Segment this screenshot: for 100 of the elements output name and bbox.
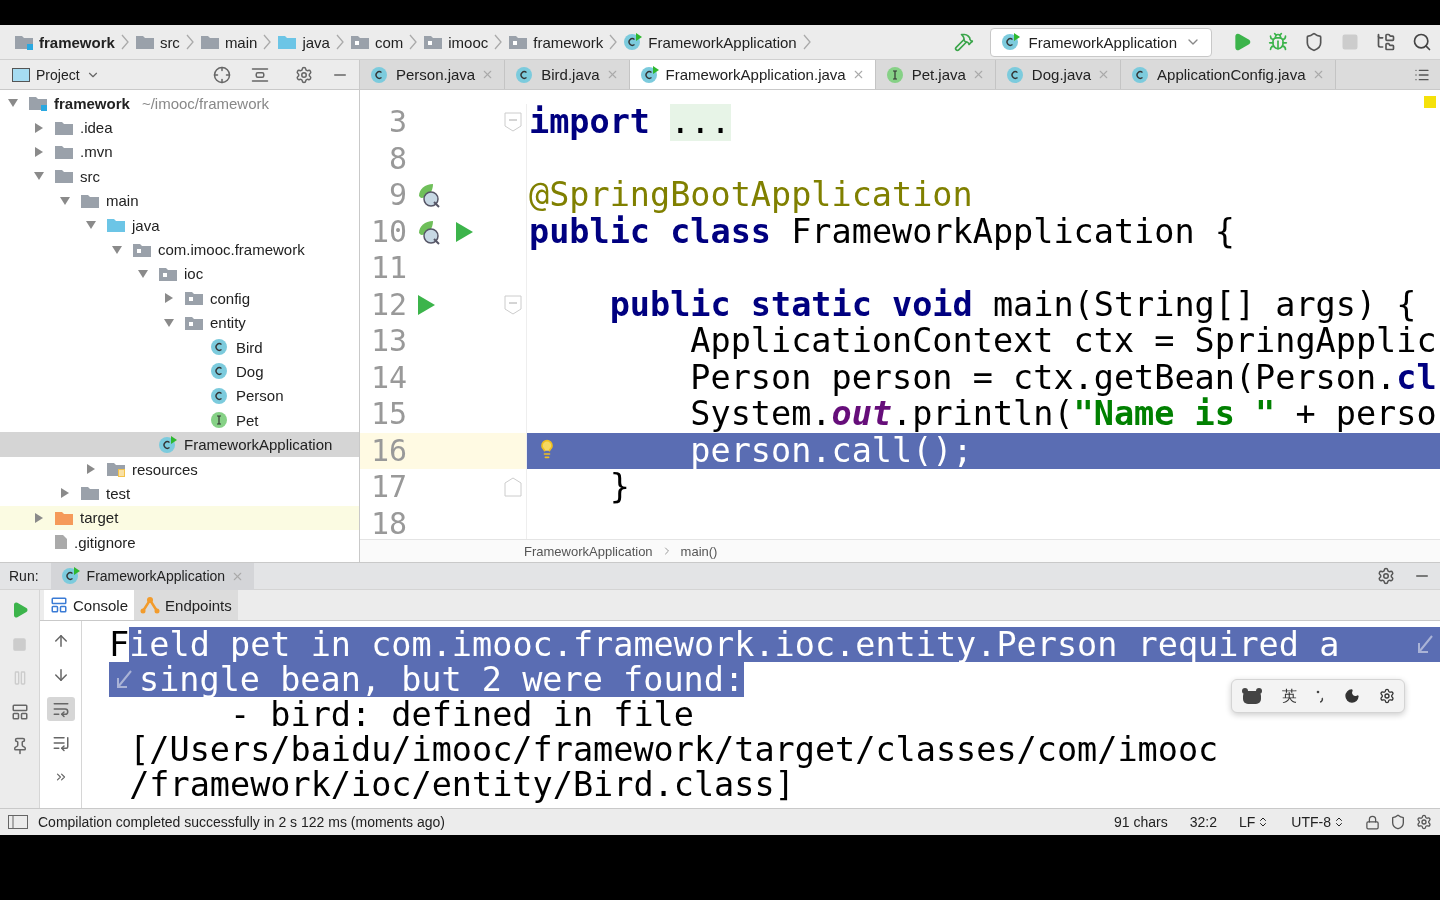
status-message: Compilation completed successfully in 2 s 122 ms (moments ago) bbox=[38, 814, 445, 830]
breadcrumb-item[interactable]: imooc bbox=[423, 33, 489, 51]
lock-icon[interactable] bbox=[1365, 814, 1380, 830]
tree-item-label[interactable]: entity bbox=[210, 314, 246, 332]
tree-item-label[interactable]: .idea bbox=[80, 119, 113, 137]
chevron-icon bbox=[185, 34, 194, 50]
expanded-arrow-icon[interactable] bbox=[111, 243, 123, 256]
code-breadcrumb[interactable]: FrameworkApplication bbox=[524, 543, 653, 559]
tree-item-label[interactable]: com.imooc.framework bbox=[158, 241, 305, 259]
locate-icon[interactable] bbox=[213, 65, 231, 84]
tree-item-label[interactable]: .gitignore bbox=[74, 533, 136, 551]
punctuation-icon[interactable] bbox=[1315, 689, 1326, 703]
tree-item-label[interactable]: .mvn bbox=[80, 143, 113, 161]
folder-icon bbox=[134, 34, 155, 50]
scroll-to-end-icon[interactable] bbox=[51, 734, 70, 752]
soft-wrap-icon[interactable] bbox=[51, 700, 70, 718]
selected-console-text: ield pet in com.imooc.framework.ioc.entity.Person required a bbox=[129, 627, 1440, 662]
breadcrumb-item[interactable]: src bbox=[134, 33, 180, 51]
collapsed-arrow-icon[interactable] bbox=[85, 463, 97, 476]
expanded-arrow-icon[interactable] bbox=[163, 316, 175, 329]
caret-position[interactable]: 32:2 bbox=[1189, 814, 1217, 830]
collapsed-arrow-icon[interactable] bbox=[163, 292, 175, 305]
tree-item-label[interactable]: target bbox=[80, 509, 119, 527]
tree-item-label[interactable]: Pet bbox=[236, 411, 259, 429]
line-number: 17 bbox=[369, 469, 407, 506]
breadcrumb-item[interactable]: com bbox=[349, 33, 404, 51]
run-configuration-dropdown[interactable]: FrameworkApplication bbox=[989, 27, 1212, 57]
breadcrumb-item[interactable]: java bbox=[277, 33, 330, 51]
project-structure-icon[interactable] bbox=[1376, 32, 1396, 52]
tree-item-label[interactable]: framework bbox=[54, 94, 130, 112]
collapsed-arrow-icon[interactable] bbox=[59, 487, 71, 500]
breadcrumb-item[interactable]: FrameworkApplication bbox=[623, 33, 797, 51]
run-tab[interactable]: FrameworkApplication bbox=[50, 562, 255, 590]
endpoints-icon bbox=[140, 596, 161, 614]
event-log-icon[interactable] bbox=[1416, 814, 1432, 830]
input-mode-toggle[interactable]: 英 bbox=[1281, 686, 1297, 706]
build-icon[interactable] bbox=[953, 32, 974, 52]
tree-item-label[interactable]: main bbox=[106, 192, 139, 210]
tree-item-label[interactable]: test bbox=[106, 484, 131, 502]
breadcrumb-item[interactable]: main bbox=[199, 33, 258, 51]
search-icon[interactable] bbox=[1412, 32, 1432, 52]
coverage-icon[interactable] bbox=[1304, 32, 1324, 52]
code-line: import ... bbox=[528, 104, 732, 141]
tool-window-toggle-icon[interactable] bbox=[8, 815, 28, 829]
interface-icon bbox=[885, 65, 906, 84]
tree-item-label[interactable]: Person bbox=[236, 387, 284, 405]
project-view-selector[interactable]: Project bbox=[36, 66, 80, 83]
selected-tree-row[interactable]: FrameworkApplication bbox=[0, 432, 359, 457]
settings-icon[interactable] bbox=[1377, 567, 1395, 585]
run-icon[interactable] bbox=[415, 292, 437, 317]
tree-item-label[interactable]: ioc bbox=[184, 265, 204, 283]
tree-item-label[interactable]: config bbox=[210, 289, 251, 307]
collapsed-arrow-icon[interactable] bbox=[33, 145, 45, 158]
tree-item-label[interactable]: Dog bbox=[236, 363, 264, 380]
breadcrumb-item[interactable]: framework bbox=[14, 33, 115, 51]
folder-icon bbox=[14, 34, 34, 50]
tree-item-label[interactable]: java bbox=[132, 216, 160, 234]
package-icon bbox=[184, 290, 204, 307]
console-tab[interactable]: Console bbox=[44, 590, 135, 620]
excluded-tree-row[interactable]: target bbox=[0, 505, 359, 531]
line-number: 15 bbox=[369, 396, 407, 433]
moon-icon[interactable] bbox=[1344, 688, 1361, 704]
paw-icon[interactable] bbox=[1241, 687, 1264, 705]
collapsed-arrow-icon[interactable] bbox=[33, 511, 45, 524]
code-line: } bbox=[608, 469, 631, 506]
class-icon bbox=[210, 386, 230, 405]
debug-icon[interactable] bbox=[1268, 32, 1288, 52]
console-text: [/Users/baidu/imooc/framework/target/classes/com/imooc bbox=[128, 732, 1219, 767]
inspector-icon[interactable] bbox=[1390, 814, 1406, 830]
spring-app-icon bbox=[1000, 33, 1021, 51]
tree-item-label[interactable]: FrameworkApplication bbox=[184, 436, 333, 454]
line-number: 10 bbox=[369, 213, 407, 250]
expanded-arrow-icon[interactable] bbox=[59, 194, 71, 207]
settings-icon[interactable] bbox=[295, 65, 313, 84]
line-separator-selector[interactable]: LF bbox=[1239, 814, 1270, 830]
file-icon bbox=[54, 534, 68, 551]
package-icon bbox=[184, 314, 204, 331]
folder-icon bbox=[106, 217, 126, 234]
code-breadcrumb[interactable]: main() bbox=[680, 543, 718, 559]
tree-item-label[interactable]: resources bbox=[132, 460, 198, 478]
run-icon[interactable] bbox=[453, 219, 475, 244]
folder-icon bbox=[80, 192, 100, 209]
up-down-icon bbox=[1333, 816, 1345, 828]
settings-icon[interactable] bbox=[1378, 688, 1395, 704]
folder-icon bbox=[80, 485, 100, 502]
expanded-arrow-icon[interactable] bbox=[137, 267, 149, 280]
encoding-selector[interactable]: UTF-8 bbox=[1291, 814, 1345, 830]
code-line: Person person = ctx.getBean(Person.cl bbox=[689, 359, 1438, 396]
breadcrumb-item[interactable]: framework bbox=[508, 33, 604, 51]
tab-list-icon[interactable] bbox=[1414, 67, 1430, 83]
layout-icon[interactable] bbox=[10, 703, 29, 721]
line-number: 8 bbox=[387, 140, 407, 177]
tree-item-label[interactable]: Bird bbox=[236, 338, 263, 356]
console-tab[interactable]: Endpoints bbox=[134, 590, 238, 620]
run-icon[interactable] bbox=[1232, 32, 1252, 52]
tree-item-label[interactable]: src bbox=[80, 167, 100, 185]
chevron-icon bbox=[263, 34, 272, 50]
collapse-all-icon[interactable] bbox=[251, 65, 269, 84]
editor-tab[interactable]: FrameworkApplication.java bbox=[629, 60, 876, 89]
collapsed-arrow-icon[interactable] bbox=[33, 121, 45, 134]
